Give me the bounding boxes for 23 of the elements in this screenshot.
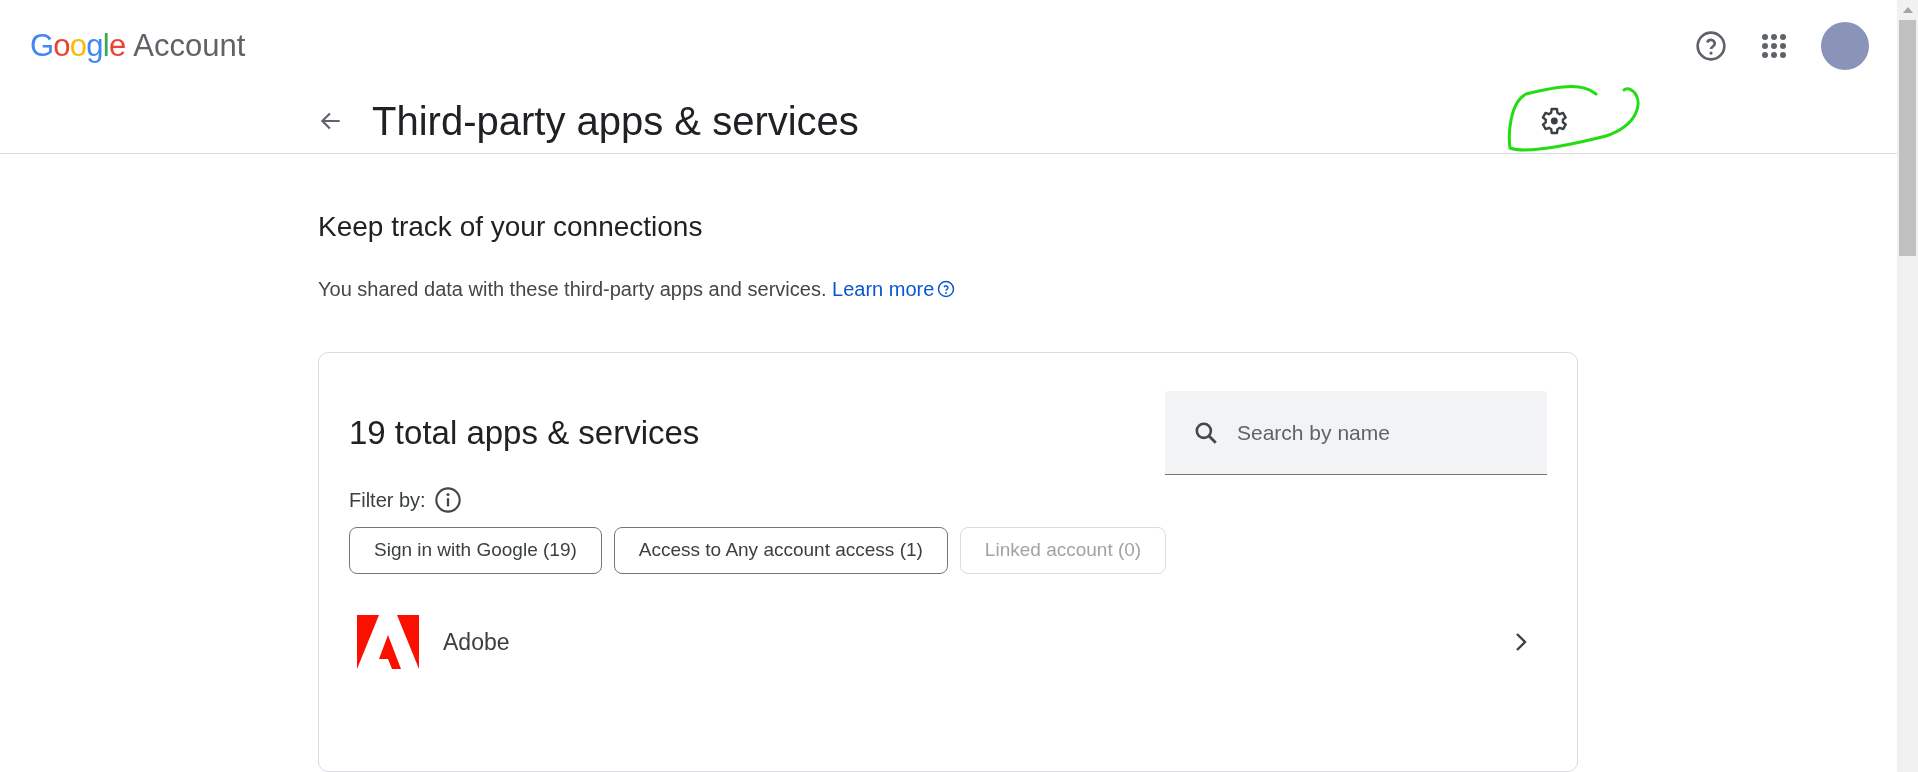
page-title: Third-party apps & services	[372, 97, 859, 145]
intro-text: You shared data with these third-party apps and services. Learn more	[318, 274, 1578, 304]
filter-chip[interactable]: Sign in with Google (19)	[349, 527, 602, 574]
help-icon[interactable]	[1695, 30, 1727, 63]
search-icon	[1193, 420, 1219, 446]
app-row[interactable]: Adobe	[349, 602, 1547, 682]
info-icon[interactable]	[433, 486, 462, 514]
scrollbar[interactable]	[1897, 0, 1918, 772]
chevron-right-icon	[1513, 631, 1529, 653]
filter-label: Filter by:	[349, 488, 426, 513]
logo[interactable]: Google	[30, 22, 126, 70]
help-icon	[937, 280, 956, 298]
product-name: Account	[133, 26, 246, 65]
app-name: Adobe	[443, 627, 511, 657]
search-field[interactable]: Search by name	[1165, 391, 1547, 475]
section-heading: Keep track of your connections	[318, 210, 704, 244]
app-logo-icon	[357, 615, 419, 669]
filter-chip[interactable]: Access to Any account access (1)	[613, 527, 948, 574]
apps-grid-icon[interactable]	[1761, 33, 1787, 60]
avatar[interactable]	[1821, 22, 1869, 71]
learn-more-link[interactable]: Learn more	[832, 274, 956, 304]
scroll-thumb[interactable]	[1899, 20, 1916, 256]
apps-count-heading: 19 total apps & services	[349, 413, 700, 454]
